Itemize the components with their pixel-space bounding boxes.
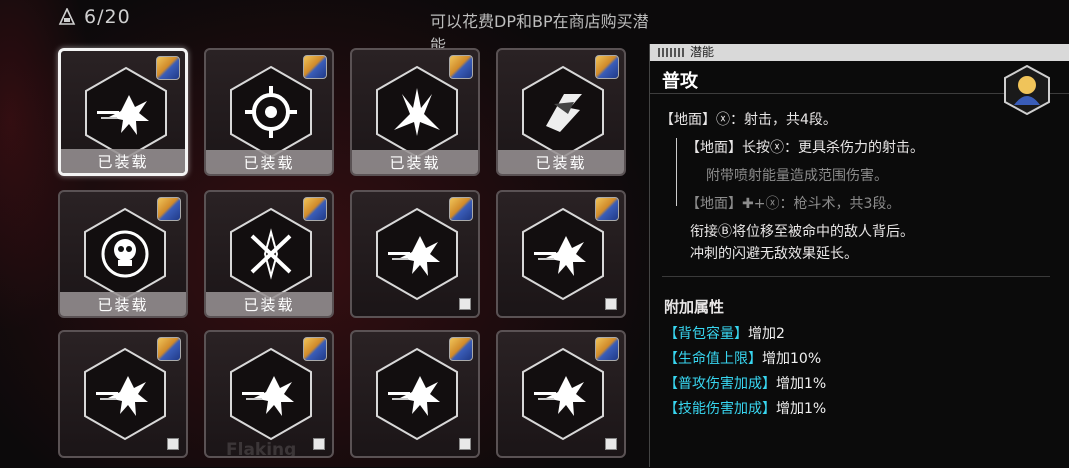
desc-line: 【地面】长按ⓧ：更具杀伤力的射击。: [686, 140, 924, 156]
burst-shot-icon: [84, 347, 166, 441]
potential-card[interactable]: 已装载: [58, 190, 188, 318]
potential-card[interactable]: 已装载: [204, 190, 334, 318]
potential-card[interactable]: 已装载: [58, 48, 188, 176]
new-badge-icon: [313, 438, 325, 450]
tree-connector: [676, 138, 687, 206]
section-title: 附加属性: [664, 298, 725, 316]
equipped-label: 已装载: [61, 149, 185, 173]
equipped-label: 已装载: [60, 292, 186, 316]
new-badge-icon: [605, 298, 617, 310]
desc-line: 【地面】✚+ⓧ：枪斗术，共3段。: [686, 196, 901, 212]
bag-icon: [58, 8, 76, 25]
attribute-row: 【普攻伤害加成】增加1%: [664, 376, 827, 392]
potential-card[interactable]: [350, 190, 480, 318]
equipped-label: 已装载: [498, 150, 624, 174]
watermark-text: Flaking: [226, 440, 297, 458]
equipped-label: 已装载: [206, 150, 332, 174]
stripe-decoration: [658, 48, 684, 57]
burst-shot-icon: [230, 347, 312, 441]
skill-description: 【地面】ⓧ：射击，共4段。 【地面】长按ⓧ：更具杀伤力的射击。 附带喷射能量造成…: [660, 106, 924, 268]
burst-shot-icon: [522, 347, 604, 441]
new-badge-icon: [605, 438, 617, 450]
claw-strike-icon: [522, 65, 604, 159]
crossed-blades-icon: [230, 207, 312, 301]
panel-title-bar: 普攻: [650, 61, 1069, 115]
potential-card[interactable]: 已装载: [204, 48, 334, 176]
burst-shot-icon: [85, 66, 167, 160]
spike-burst-icon: [376, 65, 458, 159]
skill-title: 普攻: [662, 71, 698, 92]
skull-emblem-icon: [84, 207, 166, 301]
detail-panel: 潜能 普攻 【地面】ⓧ：射击，共4段。 【地面】长按ⓧ：更具杀伤力的射击。 附带…: [649, 44, 1069, 467]
potential-card[interactable]: [496, 330, 626, 458]
new-badge-icon: [459, 438, 471, 450]
panel-tab: 潜能: [650, 44, 1069, 61]
attribute-row: 【生命值上限】增加10%: [664, 351, 822, 367]
potential-card[interactable]: 已装载: [496, 48, 626, 176]
potential-counter: 6/20: [58, 6, 131, 28]
potential-card[interactable]: 已装载: [350, 48, 480, 176]
burst-shot-icon: [376, 207, 458, 301]
desc-line: 附带喷射能量造成范围伤害。: [706, 168, 888, 184]
attribute-row: 【背包容量】增加2: [664, 326, 785, 342]
counter-text: 6/20: [84, 6, 131, 28]
burst-shot-icon: [522, 207, 604, 301]
potential-card[interactable]: Flaking: [204, 330, 334, 458]
new-badge-icon: [459, 298, 471, 310]
potential-card[interactable]: [58, 330, 188, 458]
equipped-label: 已装载: [352, 150, 478, 174]
potential-card[interactable]: [350, 330, 480, 458]
desc-line: 【地面】ⓧ：射击，共4段。: [660, 112, 837, 128]
panel-tab-label: 潜能: [690, 45, 715, 59]
attribute-list: 【背包容量】增加2 【生命值上限】增加10% 【普攻伤害加成】增加1% 【技能伤…: [664, 322, 826, 422]
divider: [662, 276, 1050, 277]
equipped-label: 已装载: [206, 292, 332, 316]
crosshair-icon: [230, 65, 312, 159]
potential-card[interactable]: [496, 190, 626, 318]
potential-grid: 已装载 已装载 已装载 已装载 已装载 已装载 Flaking: [58, 48, 628, 468]
burst-shot-icon: [376, 347, 458, 441]
attribute-row: 【技能伤害加成】增加1%: [664, 401, 827, 417]
new-badge-icon: [167, 438, 179, 450]
top-bar: 6/20 可以花费DP和BP在商店购买潜能: [0, 0, 650, 55]
character-portrait-icon: [1004, 65, 1050, 115]
